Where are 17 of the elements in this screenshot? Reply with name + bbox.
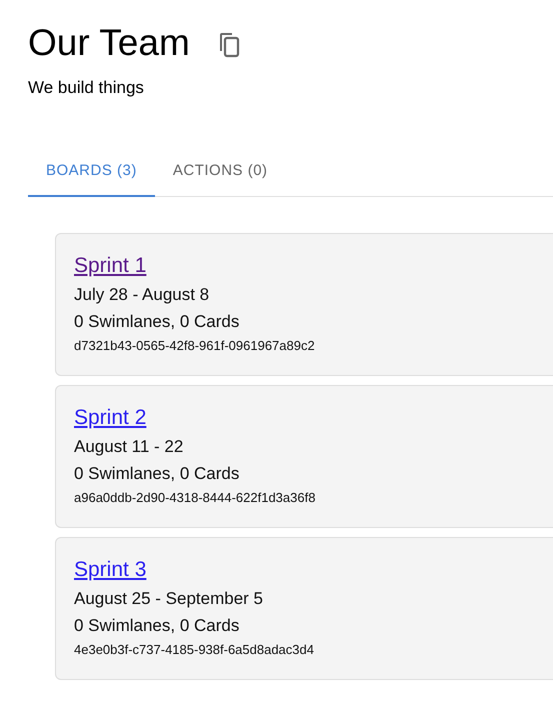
tab[interactable]: BOARDS (3) <box>28 150 155 197</box>
board-summary: 0 Swimlanes, 0 Cards <box>74 616 240 636</box>
board-link[interactable]: Sprint 3 <box>74 558 146 582</box>
board-summary: 0 Swimlanes, 0 Cards <box>74 464 240 484</box>
board-id: a96a0ddb-2d90-4318-8444-622f1d3a36f8 <box>74 490 316 505</box>
board-link[interactable]: Sprint 1 <box>74 254 146 278</box>
tab[interactable]: ACTIONS (0) <box>154 150 286 197</box>
board-link[interactable]: Sprint 2 <box>74 406 146 430</box>
board-summary: 0 Swimlanes, 0 Cards <box>74 312 240 332</box>
board-dates: July 28 - August 8 <box>74 285 210 305</box>
board-id: 4e3e0b3f-c737-4185-938f-6a5d8adac3d4 <box>74 642 315 657</box>
board-dates: August 25 - September 5 <box>74 589 264 609</box>
copy-icon[interactable] <box>218 32 240 58</box>
team-description: We build things <box>28 78 145 98</box>
team-title: Our Team <box>28 22 190 64</box>
board-id: d7321b43-0565-42f8-961f-0961967a89c2 <box>74 338 316 353</box>
board-dates: August 11 - 22 <box>74 437 184 457</box>
